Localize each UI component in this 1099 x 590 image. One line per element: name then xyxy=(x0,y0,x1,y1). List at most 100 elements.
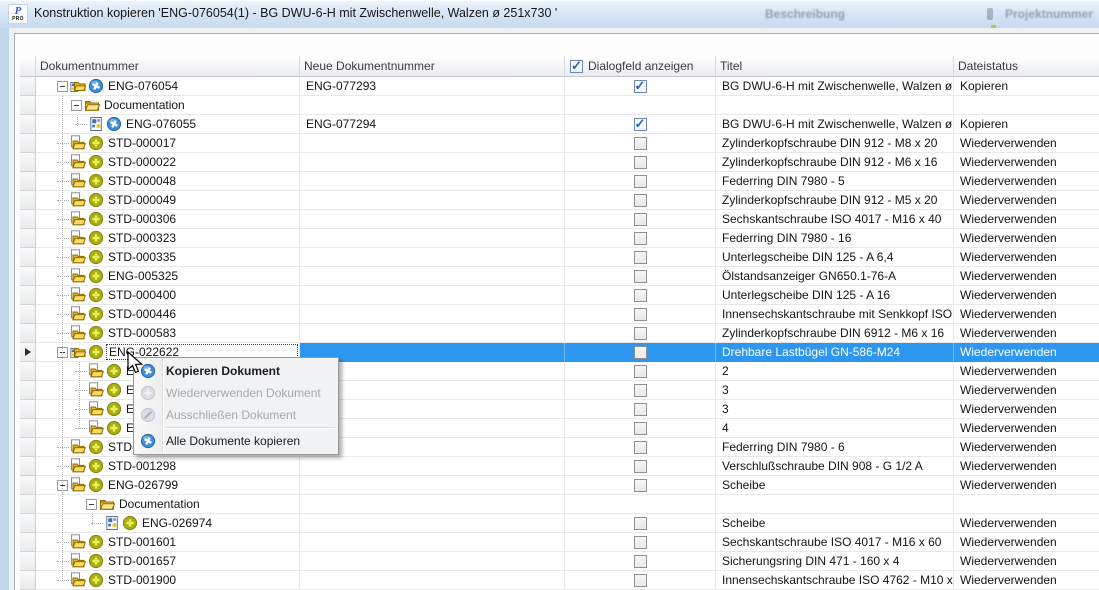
show-dialog-checkbox[interactable] xyxy=(634,422,647,435)
row-selector-cell[interactable] xyxy=(20,495,36,514)
show-dialog-checkbox[interactable] xyxy=(634,460,647,473)
table-row[interactable]: STD-000048Federring DIN 7980 - 5Wiederve… xyxy=(20,172,1099,191)
file-status-cell[interactable]: Wiederverwenden xyxy=(954,210,1099,229)
document-number-cell[interactable]: STD-000583 xyxy=(36,324,300,343)
show-dialog-checkbox[interactable] xyxy=(634,232,647,245)
table-row[interactable]: STD-001657Sicherungsring DIN 471 - 160 x… xyxy=(20,552,1099,571)
show-dialog-cell[interactable] xyxy=(565,210,716,229)
file-status-cell[interactable] xyxy=(954,495,1099,514)
title-cell[interactable]: Zylinderkopfschraube DIN 912 - M6 x 16 xyxy=(716,153,954,172)
show-dialog-cell[interactable] xyxy=(565,438,716,457)
title-cell[interactable]: Sechskantschraube ISO 4017 - M16 x 60 xyxy=(716,533,954,552)
show-dialog-cell[interactable] xyxy=(565,134,716,153)
show-dialog-cell[interactable] xyxy=(565,571,716,590)
new-document-number-cell[interactable] xyxy=(300,400,565,419)
column-header-title[interactable]: Titel xyxy=(716,56,954,77)
file-status-cell[interactable]: Wiederverwenden xyxy=(954,229,1099,248)
title-cell[interactable]: Zylinderkopfschraube DIN 912 - M5 x 20 xyxy=(716,191,954,210)
title-cell[interactable]: 3 xyxy=(716,381,954,400)
file-status-cell[interactable]: Wiederverwenden xyxy=(954,400,1099,419)
new-document-number-cell[interactable] xyxy=(300,457,565,476)
file-status-cell[interactable]: Wiederverwenden xyxy=(954,457,1099,476)
new-document-number-cell[interactable] xyxy=(300,552,565,571)
new-document-number-cell[interactable] xyxy=(300,381,565,400)
show-dialog-cell[interactable] xyxy=(565,343,716,362)
table-row[interactable]: STD-000017Zylinderkopfschraube DIN 912 -… xyxy=(20,134,1099,153)
show-dialog-checkbox[interactable] xyxy=(634,251,647,264)
file-status-cell[interactable] xyxy=(954,96,1099,115)
show-dialog-cell[interactable] xyxy=(565,362,716,381)
document-number-cell[interactable]: Documentation xyxy=(36,495,300,514)
show-dialog-cell[interactable] xyxy=(565,153,716,172)
show-dialog-cell[interactable] xyxy=(565,400,716,419)
new-document-number-cell[interactable] xyxy=(300,267,565,286)
title-cell[interactable]: Innensechskantschraube mit Senkkopf ISO … xyxy=(716,305,954,324)
document-number-cell[interactable]: STD-001900 xyxy=(36,571,300,590)
show-dialog-checkbox[interactable] xyxy=(634,289,647,302)
new-document-number-cell[interactable] xyxy=(300,438,565,457)
table-row[interactable]: ENG-076055ENG-077294BG DWU-6-H mit Zwisc… xyxy=(20,115,1099,134)
show-dialog-checkbox[interactable] xyxy=(634,270,647,283)
title-cell[interactable]: Federring DIN 7980 - 5 xyxy=(716,172,954,191)
file-status-cell[interactable]: Wiederverwenden xyxy=(954,286,1099,305)
new-document-number-cell[interactable] xyxy=(300,229,565,248)
table-row[interactable]: STD-000583Zylinderkopfschraube DIN 6912 … xyxy=(20,324,1099,343)
file-status-cell[interactable]: Wiederverwenden xyxy=(954,514,1099,533)
document-number-cell[interactable]: STD-001657 xyxy=(36,552,300,571)
row-selector-cell[interactable] xyxy=(20,115,36,134)
document-number-cell[interactable]: STD-000446 xyxy=(36,305,300,324)
new-document-number-cell[interactable] xyxy=(300,172,565,191)
row-selector-cell[interactable] xyxy=(20,343,36,362)
document-number-cell[interactable]: ENG-026799 xyxy=(36,476,300,495)
title-cell[interactable]: 4 xyxy=(716,419,954,438)
file-status-cell[interactable]: Wiederverwenden xyxy=(954,153,1099,172)
new-document-number-cell[interactable] xyxy=(300,495,565,514)
new-document-number-cell[interactable] xyxy=(300,476,565,495)
file-status-cell[interactable]: Kopieren xyxy=(954,115,1099,134)
show-dialog-checkbox[interactable] xyxy=(634,441,647,454)
title-cell[interactable] xyxy=(716,495,954,514)
row-selector-cell[interactable] xyxy=(20,191,36,210)
file-status-cell[interactable]: Wiederverwenden xyxy=(954,267,1099,286)
title-cell[interactable]: BG DWU-6-H mit Zwischenwelle, Walzen ø 2… xyxy=(716,77,954,96)
row-selector-cell[interactable] xyxy=(20,267,36,286)
row-selector-cell[interactable] xyxy=(20,77,36,96)
table-row[interactable]: STD-000335Unterlegscheibe DIN 125 - A 6,… xyxy=(20,248,1099,267)
show-dialog-checkbox[interactable] xyxy=(634,536,647,549)
file-status-cell[interactable]: Wiederverwenden xyxy=(954,552,1099,571)
show-dialog-cell[interactable] xyxy=(565,286,716,305)
menu-item[interactable]: Alle Dokumente kopieren xyxy=(134,430,338,452)
document-number-cell[interactable]: STD-001298 xyxy=(36,457,300,476)
column-header-file-status[interactable]: Dateistatus xyxy=(954,56,1099,77)
file-status-cell[interactable]: Wiederverwenden xyxy=(954,381,1099,400)
show-dialog-cell[interactable] xyxy=(565,305,716,324)
show-dialog-cell[interactable] xyxy=(565,419,716,438)
show-dialog-checkbox[interactable] xyxy=(634,574,647,587)
show-dialog-checkbox[interactable] xyxy=(634,403,647,416)
title-cell[interactable] xyxy=(716,96,954,115)
file-status-cell[interactable]: Wiederverwenden xyxy=(954,419,1099,438)
row-selector-cell[interactable] xyxy=(20,96,36,115)
show-dialog-checkbox[interactable] xyxy=(634,365,647,378)
table-row[interactable]: STD-001298Verschlußschraube DIN 908 - G … xyxy=(20,457,1099,476)
show-dialog-checkbox[interactable] xyxy=(634,384,647,397)
new-document-number-cell[interactable] xyxy=(300,343,565,362)
file-status-cell[interactable]: Wiederverwenden xyxy=(954,305,1099,324)
document-number-cell[interactable]: ENG-005325 xyxy=(36,267,300,286)
new-document-number-cell[interactable] xyxy=(300,362,565,381)
table-row[interactable]: ENG-076054ENG-077293BG DWU-6-H mit Zwisc… xyxy=(20,77,1099,96)
show-dialog-checkbox[interactable] xyxy=(634,213,647,226)
show-dialog-checkbox[interactable] xyxy=(634,327,647,340)
show-dialog-checkbox[interactable] xyxy=(634,555,647,568)
title-cell[interactable]: BG DWU-6-H mit Zwischenwelle, Walzen ø 2… xyxy=(716,115,954,134)
row-selector-cell[interactable] xyxy=(20,457,36,476)
row-selector-cell[interactable] xyxy=(20,286,36,305)
document-number-cell[interactable]: ENG-076054 xyxy=(36,77,300,96)
table-row[interactable]: STD-000049Zylinderkopfschraube DIN 912 -… xyxy=(20,191,1099,210)
new-document-number-cell[interactable] xyxy=(300,571,565,590)
row-selector-cell[interactable] xyxy=(20,305,36,324)
show-dialog-checkbox[interactable] xyxy=(634,194,647,207)
row-selector-cell[interactable] xyxy=(20,248,36,267)
table-row[interactable]: ENG-005325Ölstandsanzeiger GN650.1-76-AW… xyxy=(20,267,1099,286)
show-dialog-checkbox[interactable] xyxy=(634,517,647,530)
